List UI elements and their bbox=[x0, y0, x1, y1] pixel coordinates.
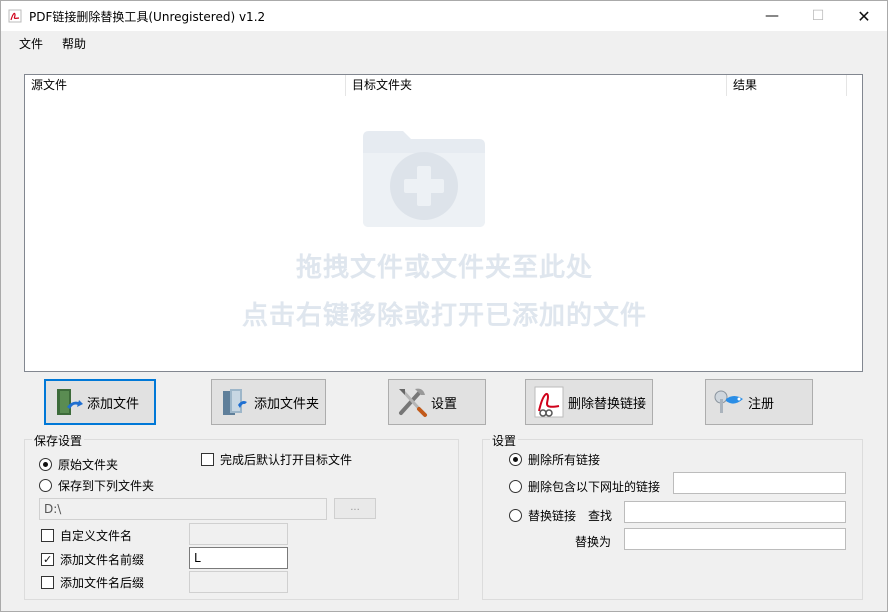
folder-plus-icon bbox=[363, 131, 485, 227]
custom-filename-checkbox[interactable]: 自定义文件名 bbox=[41, 527, 132, 544]
find-label: 查找 bbox=[588, 509, 613, 523]
add-file-icon bbox=[57, 389, 83, 415]
original-folder-radio[interactable]: 原始文件夹 bbox=[39, 456, 118, 473]
prefix-field[interactable]: L bbox=[189, 547, 288, 569]
link-settings-title: 设置 bbox=[490, 432, 519, 449]
add-folder-button[interactable]: 添加文件夹 bbox=[211, 379, 326, 425]
delete-url-field[interactable] bbox=[673, 472, 846, 494]
delete-replace-label: 删除替换链接 bbox=[568, 396, 647, 412]
add-suffix-label: 添加文件名后缀 bbox=[60, 576, 145, 590]
add-prefix-checkbox-mark[interactable] bbox=[41, 553, 54, 566]
add-prefix-checkbox[interactable]: 添加文件名前缀 bbox=[41, 551, 144, 568]
custom-filename-field[interactable] bbox=[189, 523, 288, 545]
settings-label: 设置 bbox=[431, 396, 458, 412]
delete-containing-radio[interactable]: 删除包含以下网址的链接 bbox=[509, 478, 660, 495]
replace-links-radio-mark[interactable] bbox=[509, 509, 522, 522]
delete-replace-links-button[interactable]: 删除替换链接 bbox=[525, 379, 653, 425]
add-file-button[interactable]: 添加文件 bbox=[44, 379, 156, 425]
add-prefix-label: 添加文件名前缀 bbox=[60, 553, 145, 567]
menu-bar: 文件 帮助 bbox=[1, 31, 887, 55]
column-header-target[interactable]: 目标文件夹 bbox=[346, 75, 727, 96]
add-file-label: 添加文件 bbox=[87, 396, 140, 412]
delete-containing-label: 删除包含以下网址的链接 bbox=[528, 480, 661, 494]
key-icon bbox=[714, 390, 743, 413]
add-folder-label: 添加文件夹 bbox=[254, 396, 320, 412]
replace-with-field[interactable] bbox=[624, 528, 846, 550]
drop-hint-line2: 点击右键移除或打开已添加的文件 bbox=[241, 301, 647, 331]
app-window: PDF链接删除替换工具(Unregistered) v1.2 — ☐ ✕ 文件 … bbox=[0, 0, 888, 612]
pdf-app-icon bbox=[8, 9, 22, 23]
minimize-button[interactable]: — bbox=[749, 1, 795, 31]
delete-containing-radio-mark[interactable] bbox=[509, 480, 522, 493]
output-folder-field[interactable]: D:\ bbox=[39, 498, 327, 520]
add-suffix-checkbox-mark[interactable] bbox=[41, 576, 54, 589]
column-header-source[interactable]: 源文件 bbox=[25, 75, 346, 96]
open-after-done-label: 完成后默认打开目标文件 bbox=[220, 453, 353, 467]
window-title: PDF链接删除替换工具(Unregistered) v1.2 bbox=[29, 10, 266, 24]
register-button[interactable]: 注册 bbox=[705, 379, 813, 425]
maximize-button[interactable]: ☐ bbox=[795, 1, 841, 31]
custom-filename-label: 自定义文件名 bbox=[60, 529, 133, 543]
add-suffix-checkbox[interactable]: 添加文件名后缀 bbox=[41, 574, 144, 591]
close-button[interactable]: ✕ bbox=[841, 1, 887, 31]
save-settings-title: 保存设置 bbox=[32, 432, 85, 449]
suffix-field[interactable] bbox=[189, 571, 288, 593]
delete-all-links-radio-mark[interactable] bbox=[509, 453, 522, 466]
save-to-folder-label: 保存到下列文件夹 bbox=[58, 479, 155, 493]
original-folder-label: 原始文件夹 bbox=[58, 458, 119, 472]
replace-with-label: 替换为 bbox=[575, 535, 612, 549]
register-label: 注册 bbox=[748, 396, 775, 412]
find-field[interactable] bbox=[624, 501, 846, 523]
pdf-link-icon bbox=[534, 386, 564, 418]
tools-icon bbox=[399, 388, 427, 417]
replace-links-radio[interactable]: 替换链接 bbox=[509, 507, 576, 524]
file-list-dropzone[interactable]: 源文件 目标文件夹 结果 拖拽文件或文件夹至此处 点击右键移除或打开已添加的文件 bbox=[24, 74, 863, 372]
open-after-done-checkbox[interactable]: 完成后默认打开目标文件 bbox=[201, 451, 352, 468]
title-bar[interactable]: PDF链接删除替换工具(Unregistered) v1.2 — ☐ ✕ bbox=[1, 1, 887, 31]
open-after-done-checkbox-mark[interactable] bbox=[201, 453, 214, 466]
drop-hint-line1: 拖拽文件或文件夹至此处 bbox=[295, 253, 593, 283]
save-to-folder-radio-mark[interactable] bbox=[39, 479, 52, 492]
add-folder-icon bbox=[223, 389, 247, 415]
save-to-folder-radio[interactable]: 保存到下列文件夹 bbox=[39, 477, 154, 494]
custom-filename-checkbox-mark[interactable] bbox=[41, 529, 54, 542]
column-header-result[interactable]: 结果 bbox=[727, 75, 847, 96]
delete-all-links-label: 删除所有链接 bbox=[528, 453, 601, 467]
browse-folder-button[interactable]: ... bbox=[334, 498, 376, 519]
delete-all-links-radio[interactable]: 删除所有链接 bbox=[509, 451, 600, 468]
settings-button[interactable]: 设置 bbox=[388, 379, 486, 425]
menu-file[interactable]: 文件 bbox=[19, 35, 43, 52]
replace-links-label: 替换链接 bbox=[528, 509, 577, 523]
menu-help[interactable]: 帮助 bbox=[62, 35, 86, 52]
original-folder-radio-mark[interactable] bbox=[39, 458, 52, 471]
